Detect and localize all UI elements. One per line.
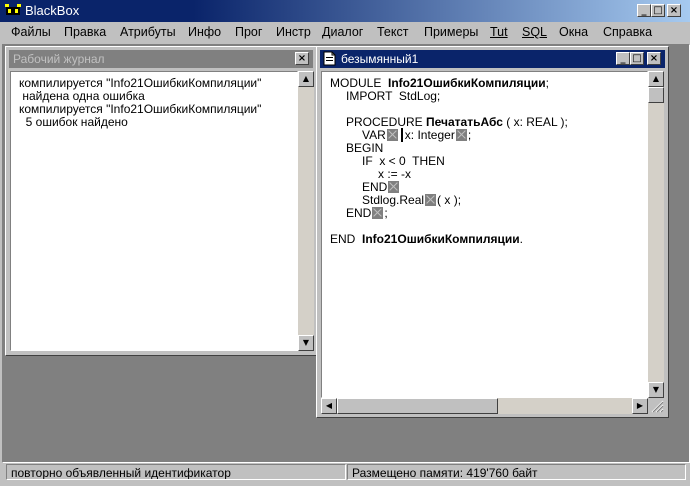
arrow-left-icon: ◀ <box>325 401 333 410</box>
log-vertical-scrollbar[interactable]: ▲ ▼ <box>298 71 314 351</box>
code-line: PROCEDURE ПечататьАбс ( x: REAL ); <box>346 115 568 129</box>
arrow-up-icon: ▲ <box>652 74 660 83</box>
editor-window-title: безымянный1 <box>341 52 419 66</box>
log-line: компилируется "Info21ОшибкиКомпиляции" <box>19 102 262 116</box>
code-line: END <box>362 180 400 194</box>
menu-help[interactable]: Справка <box>603 25 652 39</box>
arrow-up-icon: ▲ <box>302 74 310 83</box>
editor-window-title-bar[interactable]: безымянный1 _ □ × <box>320 50 665 68</box>
error-marker-icon[interactable] <box>455 129 467 141</box>
scroll-up-button[interactable]: ▲ <box>298 71 314 87</box>
restore-button[interactable]: □ <box>651 4 665 17</box>
maximize-icon: □ <box>632 53 642 64</box>
editor-window[interactable]: безымянный1 _ □ × MODULE Info21ОшибкиКом… <box>316 46 669 418</box>
code-line: END; <box>346 206 388 220</box>
editor-maximize-button[interactable]: □ <box>630 52 644 65</box>
error-marker-icon[interactable] <box>372 207 384 219</box>
close-icon: × <box>669 5 679 16</box>
menu-tools[interactable]: Инстр <box>276 25 311 39</box>
close-icon: × <box>297 53 307 64</box>
error-marker-icon[interactable] <box>425 194 437 206</box>
arrow-down-icon: ▼ <box>302 338 310 347</box>
arrow-down-icon: ▼ <box>652 385 660 394</box>
menu-info[interactable]: Инфо <box>188 25 221 39</box>
arrow-right-icon: ▶ <box>636 401 644 410</box>
menu-files[interactable]: Файлы <box>11 25 51 39</box>
code-line: VAR x: Integer; <box>362 128 472 142</box>
menu-tut[interactable]: Tut <box>490 25 508 39</box>
scroll-down-button[interactable]: ▼ <box>298 335 314 351</box>
code-line: MODULE Info21ОшибкиКомпиляции; <box>330 76 549 90</box>
log-window-title-bar[interactable]: Рабочий журнал × <box>9 50 313 68</box>
menu-dialog[interactable]: Диалог <box>322 25 363 39</box>
resize-grip-icon[interactable] <box>648 397 664 413</box>
code-line: IF x < 0 THEN <box>362 154 445 168</box>
scroll-right-button[interactable]: ▶ <box>632 398 648 414</box>
close-button[interactable]: × <box>667 4 681 17</box>
log-line: 5 ошибок найдено <box>19 115 128 129</box>
minimize-icon: _ <box>641 5 647 16</box>
restore-icon: □ <box>653 5 663 16</box>
scroll-down-button[interactable]: ▼ <box>648 382 664 398</box>
code-line: x := -x <box>378 167 412 181</box>
document-icon <box>323 51 336 66</box>
scroll-thumb[interactable] <box>337 398 498 414</box>
log-window[interactable]: Рабочий журнал × компилируется "Info21Ош… <box>5 46 317 356</box>
menu-examples[interactable]: Примеры <box>424 25 478 39</box>
error-marker-icon[interactable] <box>386 129 398 141</box>
app-title: BlackBox <box>25 3 80 18</box>
menu-windows[interactable]: Окна <box>559 25 588 39</box>
status-message: повторно объявленный идентификатор <box>6 464 346 480</box>
log-line: найдена одна ошибка <box>19 89 145 103</box>
editor-vertical-scrollbar[interactable]: ▲ ▼ <box>648 71 664 398</box>
editor-close-button[interactable]: × <box>647 52 661 65</box>
scroll-thumb[interactable] <box>648 87 664 103</box>
blackbox-app-icon[interactable] <box>5 4 21 18</box>
text-caret <box>400 128 403 142</box>
log-close-button[interactable]: × <box>295 52 309 65</box>
status-bar: повторно объявленный идентификатор Разме… <box>0 462 690 486</box>
code-line: IMPORT StdLog; <box>346 89 441 103</box>
log-line: компилируется "Info21ОшибкиКомпиляции" <box>19 76 262 90</box>
menu-bar: Файлы Правка Атрибуты Инфо Прог Инстр Ди… <box>0 22 690 42</box>
app-title-bar[interactable]: BlackBox _ □ × <box>0 0 690 22</box>
menu-sql[interactable]: SQL <box>522 25 547 39</box>
code-editor[interactable]: MODULE Info21ОшибкиКомпиляции; IMPORT St… <box>321 71 648 398</box>
editor-minimize-button[interactable]: _ <box>616 52 630 65</box>
editor-horizontal-scrollbar[interactable]: ◀ ▶ <box>321 398 648 414</box>
close-icon: × <box>649 53 659 64</box>
code-line: Stdlog.Real( x ); <box>362 193 462 207</box>
code-line: BEGIN <box>346 141 384 155</box>
log-text-area[interactable]: компилируется "Info21ОшибкиКомпиляции" н… <box>10 71 298 351</box>
status-memory: Размещено памяти: 419'760 байт <box>347 464 686 480</box>
menu-edit[interactable]: Правка <box>64 25 106 39</box>
code-line: END Info21ОшибкиКомпиляции. <box>330 232 523 246</box>
scroll-left-button[interactable]: ◀ <box>321 398 337 414</box>
menu-text[interactable]: Текст <box>377 25 408 39</box>
minimize-button[interactable]: _ <box>637 4 651 17</box>
scroll-up-button[interactable]: ▲ <box>648 71 664 87</box>
minimize-icon: _ <box>620 53 626 64</box>
error-marker-icon[interactable] <box>388 181 400 193</box>
menu-prog[interactable]: Прог <box>235 25 262 39</box>
menu-attributes[interactable]: Атрибуты <box>120 25 176 39</box>
log-window-title: Рабочий журнал <box>13 52 105 66</box>
